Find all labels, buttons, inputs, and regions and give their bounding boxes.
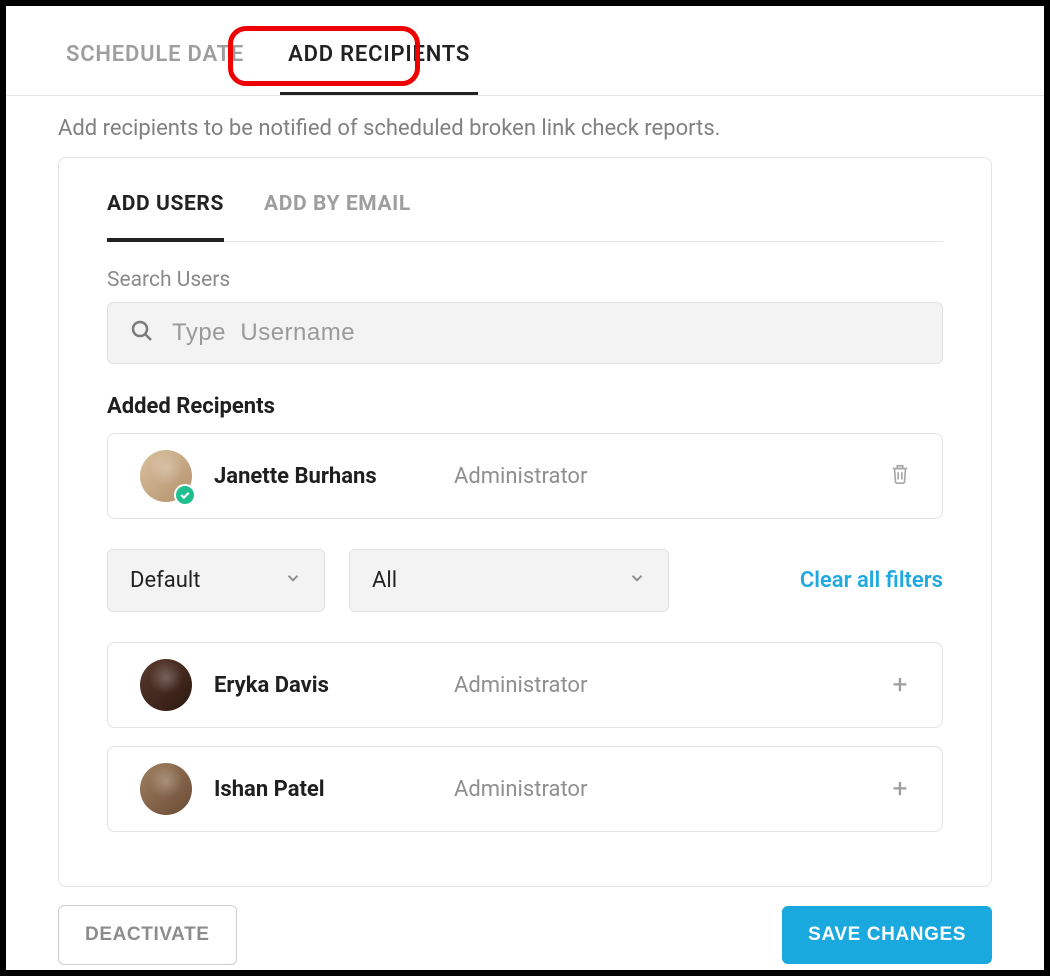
- user-role: Administrator: [454, 673, 886, 698]
- plus-icon: +: [893, 776, 908, 802]
- search-input[interactable]: [172, 319, 920, 347]
- chevron-down-icon: [628, 568, 646, 593]
- filter-row: Default All Clear all filters: [107, 549, 943, 612]
- avatar: [140, 450, 192, 502]
- description-text: Add recipients to be notified of schedul…: [6, 96, 1044, 157]
- plus-icon: +: [893, 672, 908, 698]
- footer-actions: DEACTIVATE SAVE CHANGES: [6, 887, 1044, 965]
- available-user-row: Eryka Davis Administrator +: [107, 642, 943, 728]
- tab-schedule-date[interactable]: SCHEDULE DATE: [58, 38, 252, 71]
- save-changes-button[interactable]: SAVE CHANGES: [782, 906, 992, 964]
- add-user-button[interactable]: +: [886, 671, 914, 699]
- added-recipient-row: Janette Burhans Administrator: [107, 433, 943, 519]
- recipients-panel: ADD USERS ADD BY EMAIL Search Users Adde…: [58, 157, 992, 887]
- tab-add-recipients[interactable]: ADD RECIPIENTS: [280, 38, 478, 71]
- avatar: [140, 659, 192, 711]
- deactivate-button[interactable]: DEACTIVATE: [58, 905, 237, 965]
- chevron-down-icon: [284, 568, 302, 593]
- user-role: Administrator: [454, 777, 886, 802]
- inner-tabs: ADD USERS ADD BY EMAIL: [107, 158, 943, 242]
- user-name: Ishan Patel: [214, 777, 454, 802]
- sort-select[interactable]: Default: [107, 549, 325, 612]
- clear-filters-link[interactable]: Clear all filters: [800, 568, 943, 593]
- search-icon: [130, 319, 154, 347]
- tab-add-users[interactable]: ADD USERS: [107, 192, 224, 242]
- tab-add-by-email[interactable]: ADD BY EMAIL: [264, 192, 411, 241]
- added-recipients-heading: Added Recipents: [107, 394, 943, 419]
- trash-icon: [889, 462, 911, 490]
- remove-recipient-button[interactable]: [886, 462, 914, 490]
- user-name: Eryka Davis: [214, 673, 454, 698]
- available-user-row: Ishan Patel Administrator +: [107, 746, 943, 832]
- search-box[interactable]: [107, 302, 943, 364]
- role-filter-value: All: [372, 568, 397, 593]
- add-user-button[interactable]: +: [886, 775, 914, 803]
- verified-badge-icon: [174, 484, 196, 506]
- user-role: Administrator: [454, 464, 886, 489]
- avatar: [140, 763, 192, 815]
- role-filter-select[interactable]: All: [349, 549, 669, 612]
- sort-select-value: Default: [130, 568, 200, 593]
- user-name: Janette Burhans: [214, 464, 454, 489]
- main-tabs: SCHEDULE DATE ADD RECIPIENTS: [6, 6, 1044, 96]
- search-label: Search Users: [107, 268, 943, 292]
